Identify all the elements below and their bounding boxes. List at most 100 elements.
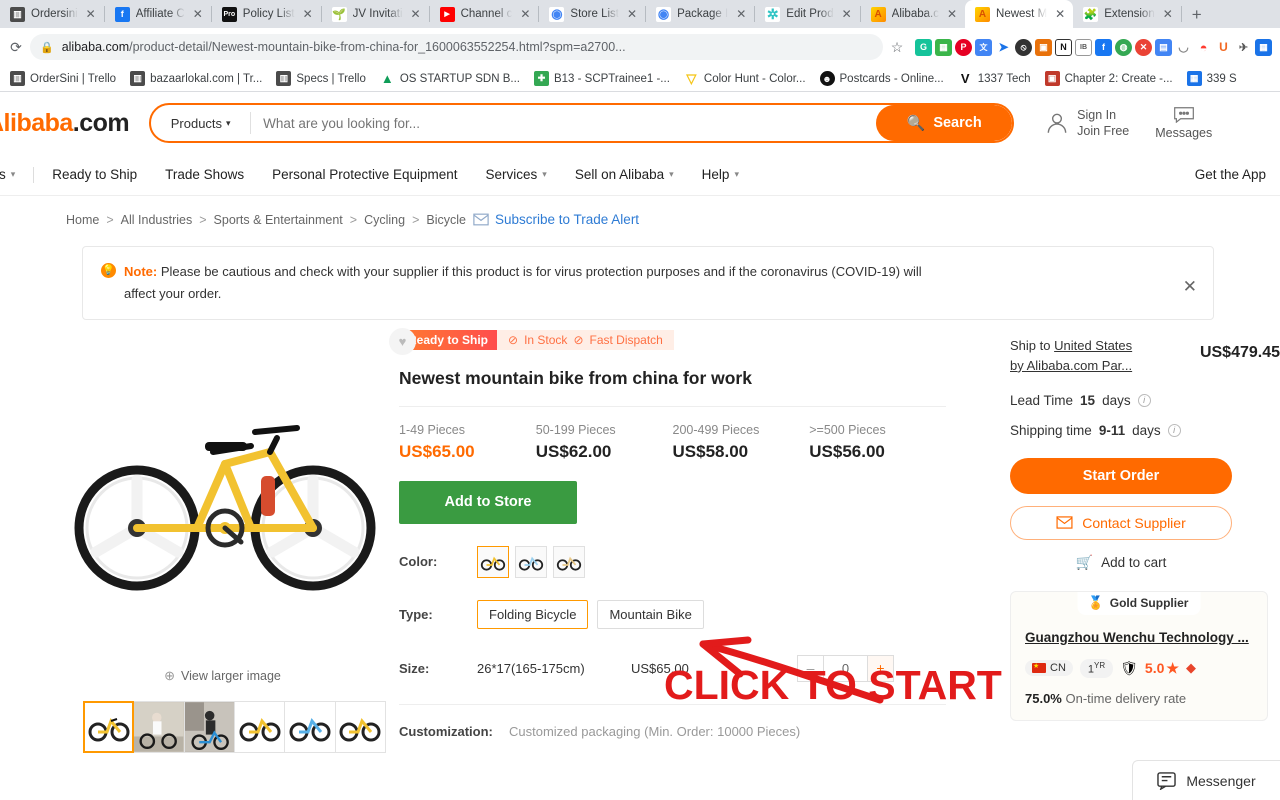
browser-tab[interactable]: ▶ Channel c ✕: [430, 0, 539, 28]
color-cream-bike[interactable]: [553, 545, 585, 578]
thumb-man-blue-bike[interactable]: [183, 700, 236, 753]
contact-supplier-button[interactable]: Contact Supplier: [1010, 505, 1232, 540]
bookmark-item[interactable]: ▽ Color Hunt - Color...: [683, 71, 806, 86]
browser-tab[interactable]: 🌱 JV Invitati ✕: [322, 0, 429, 28]
browser-tab[interactable]: ◉ Package I ✕: [646, 0, 754, 28]
heart-icon[interactable]: ♥: [389, 327, 416, 355]
reload-icon[interactable]: ⟳: [8, 39, 24, 56]
browser-tab[interactable]: f Affiliate C ✕: [105, 0, 211, 28]
nav-item-ppe[interactable]: Personal Protective Equipment: [258, 167, 471, 182]
bookmark-item[interactable]: V 1337 Tech: [957, 71, 1031, 86]
messages-menu[interactable]: Messages: [1155, 106, 1212, 140]
close-icon[interactable]: ✕: [842, 8, 852, 20]
nav-item-help[interactable]: Help ▾: [688, 167, 753, 182]
magnet-ext-icon[interactable]: ◓: [1195, 38, 1212, 56]
smile-ext-icon[interactable]: ◡: [1175, 38, 1192, 56]
nav-item-trade-shows[interactable]: Trade Shows: [151, 167, 258, 182]
search-category-selector[interactable]: Products ▾: [151, 112, 252, 134]
breadcrumb-item-all-industries[interactable]: All Industries: [121, 213, 193, 227]
breadcrumb-item-cycling[interactable]: Cycling: [364, 213, 405, 227]
nav-item-services[interactable]: Services ▾: [472, 167, 561, 182]
new-tab-button[interactable]: +: [1182, 6, 1212, 23]
bird-ext-icon[interactable]: ✈: [1235, 38, 1252, 56]
bookmark-star-icon[interactable]: ☆: [889, 39, 905, 56]
bookmark-item[interactable]: ▥ bazaarlokal.com | Tr...: [130, 71, 262, 86]
add-to-store-button[interactable]: Add to Store: [399, 480, 577, 524]
bookmark-item[interactable]: ▥ OrderSini | Trello: [10, 71, 116, 86]
facebook-ext-icon[interactable]: f: [1095, 38, 1112, 56]
thumb-woman-riding[interactable]: [133, 700, 185, 753]
browser-tab-active[interactable]: A Newest M ✕: [965, 0, 1074, 28]
ship-to-country[interactable]: United States: [1054, 338, 1132, 353]
address-bar[interactable]: 🔒 alibaba.com/product-detail/Newest-moun…: [30, 34, 883, 60]
join-free-link[interactable]: Join Free: [1077, 123, 1129, 140]
start-order-button[interactable]: Start Order: [1010, 457, 1232, 494]
thumb-yellow-bike[interactable]: [83, 700, 135, 753]
send-ext-icon[interactable]: ➤: [995, 38, 1012, 56]
close-icon[interactable]: ✕: [303, 8, 313, 20]
notion-ext-icon[interactable]: N: [1055, 38, 1072, 56]
close-icon[interactable]: ✕: [1163, 8, 1173, 20]
color-yellow-bike[interactable]: [477, 545, 509, 578]
sign-in-link[interactable]: Sign In: [1077, 107, 1129, 124]
get-the-app-link[interactable]: Get the App: [1195, 167, 1280, 182]
browser-tab[interactable]: ▥ Ordersini ✕: [0, 0, 104, 28]
close-icon[interactable]: ✕: [520, 8, 530, 20]
search-button[interactable]: 🔍 Search: [876, 105, 1013, 141]
breadcrumb-item-home[interactable]: Home: [66, 213, 99, 227]
pinterest-ext-icon[interactable]: P: [955, 38, 972, 56]
picture-ext-icon[interactable]: ▣: [1035, 38, 1052, 56]
bookmark-item[interactable]: ▥ Specs | Trello: [276, 71, 366, 86]
browser-tab[interactable]: A Alibaba.c ✕: [861, 0, 965, 28]
account-menu[interactable]: Sign In Join Free: [1044, 107, 1129, 140]
browser-tab[interactable]: Pro Policy List ✕: [212, 0, 321, 28]
search-input[interactable]: [251, 105, 877, 141]
thumb-yellow-bike-3[interactable]: [334, 700, 386, 753]
thumb-blue-bike[interactable]: [284, 700, 336, 753]
browser-tab[interactable]: ◉ Store List ✕: [539, 0, 645, 28]
grammarly-extension-icon[interactable]: G: [915, 38, 932, 56]
bookmark-item[interactable]: ▣ Chapter 2: Create -...: [1044, 71, 1173, 86]
color-white-bike[interactable]: [515, 545, 547, 578]
main-product-image[interactable]: ♥: [60, 327, 416, 660]
ib-ext-icon[interactable]: IB: [1075, 38, 1092, 56]
close-icon[interactable]: ✕: [86, 8, 96, 20]
type-option-mountain-bike[interactable]: Mountain Bike: [597, 599, 704, 629]
type-option-folding-bicycle[interactable]: Folding Bicycle: [477, 599, 589, 629]
blue-ext-icon[interactable]: ▤: [1155, 38, 1172, 56]
breadcrumb-item-sports[interactable]: Sports & Entertainment: [214, 213, 343, 227]
bookmark-item[interactable]: ▦ 339 S: [1186, 71, 1237, 86]
close-icon[interactable]: ✕: [1183, 277, 1197, 297]
block-ext-icon[interactable]: ⦸: [1015, 38, 1032, 56]
messenger-widget[interactable]: Messenger: [1132, 760, 1280, 800]
bookmark-item[interactable]: ▲ OS STARTUP SDN B...: [379, 71, 520, 86]
breadcrumb-item-bicycle[interactable]: Bicycle: [426, 213, 466, 227]
ship-by-carrier[interactable]: by Alibaba.com Par...: [1010, 358, 1132, 373]
thumb-yellow-bike-2[interactable]: [234, 700, 286, 753]
honey-ext-icon[interactable]: U: [1215, 38, 1232, 56]
close-icon[interactable]: ✕: [736, 8, 746, 20]
info-icon[interactable]: i: [1167, 423, 1181, 437]
close-icon[interactable]: ✕: [627, 8, 637, 20]
green-ext-icon[interactable]: ▦: [935, 38, 952, 56]
nav-item-ready-to-ship[interactable]: Ready to Ship: [38, 167, 151, 182]
info-icon[interactable]: i: [1137, 393, 1151, 407]
browser-tab[interactable]: ✲ Edit Prod ✕: [755, 0, 859, 28]
translate-ext-icon[interactable]: 文: [975, 38, 992, 56]
view-larger-image-link[interactable]: ⊕ View larger image: [60, 668, 385, 684]
globe-ext-icon[interactable]: ◍: [1115, 38, 1132, 56]
close-icon[interactable]: ✕: [947, 8, 957, 20]
alibaba-logo[interactable]: Alibaba.com: [0, 109, 149, 138]
add-to-cart-link[interactable]: 🛒 Add to cart: [1010, 554, 1232, 571]
subscribe-trade-alert[interactable]: Subscribe to Trade Alert: [473, 212, 639, 227]
supplier-card[interactable]: 🏅 Gold Supplier Guangzhou Wenchu Technol…: [1010, 590, 1268, 721]
bookmark-item[interactable]: ✚ B13 - SCPTrainee1 -...: [533, 71, 670, 86]
nav-item-categories[interactable]: ries ▾: [0, 167, 29, 182]
supplier-name[interactable]: Guangzhou Wenchu Technology ...: [1025, 630, 1253, 645]
close-ext-icon[interactable]: ✕: [1135, 38, 1152, 56]
close-icon[interactable]: ✕: [1055, 8, 1065, 20]
browser-tab[interactable]: 🧩 Extension ✕: [1073, 0, 1181, 28]
close-icon[interactable]: ✕: [411, 8, 421, 20]
nav-item-sell-on-alibaba[interactable]: Sell on Alibaba ▾: [561, 167, 688, 182]
close-icon[interactable]: ✕: [193, 8, 203, 20]
